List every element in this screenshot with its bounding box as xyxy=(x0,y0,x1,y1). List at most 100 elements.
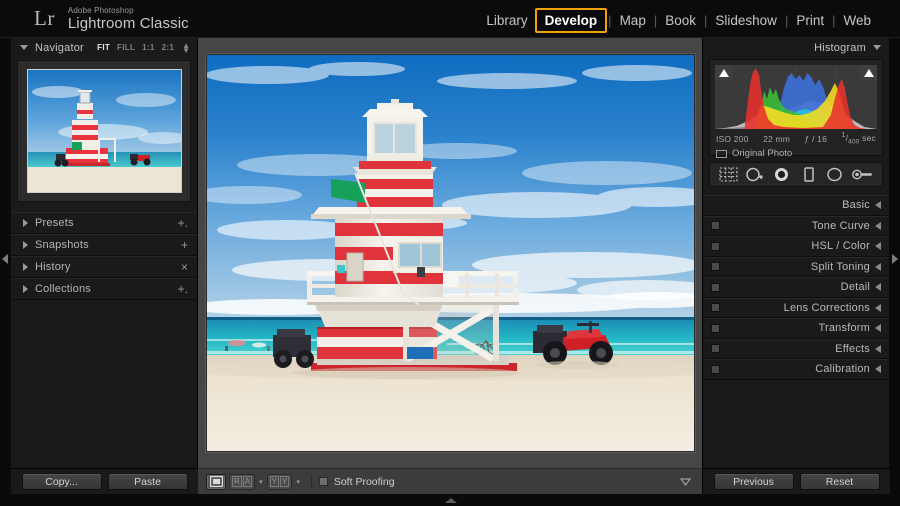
section-disclosure-icon[interactable] xyxy=(875,242,881,251)
section-disclosure-icon[interactable] xyxy=(875,344,881,353)
exif-shutter-speed: 1/400 sec xyxy=(841,131,876,146)
navigator-zoom-fit[interactable]: FIT xyxy=(97,43,110,52)
left-panel-edge[interactable] xyxy=(0,38,11,494)
left-section-snapshots[interactable]: Snapshots + xyxy=(11,234,197,256)
module-tab-slideshow[interactable]: Slideshow xyxy=(708,10,784,31)
loupe-view-icon[interactable] xyxy=(206,473,226,490)
navigator-zoom-2-1[interactable]: 2:1 xyxy=(162,43,174,52)
navigator-zoom-stepper-icon[interactable]: ▲ ▼ xyxy=(182,41,190,54)
develop-section-effects[interactable]: Effects xyxy=(703,338,889,359)
develop-section-lens-corrections[interactable]: Lens Corrections xyxy=(703,297,889,318)
panel-enable-switch[interactable] xyxy=(711,344,720,354)
before-after-view-icon[interactable]: Y Y xyxy=(266,473,293,490)
shutter-unit: sec xyxy=(862,132,876,143)
develop-section-calibration[interactable]: Calibration xyxy=(703,359,889,380)
develop-section-detail[interactable]: Detail xyxy=(703,277,889,298)
panel-enable-switch[interactable] xyxy=(711,323,720,333)
develop-section-basic[interactable]: Basic xyxy=(703,195,889,216)
develop-section-label: HSL / Color xyxy=(811,240,870,253)
reference-compare-icon[interactable]: R A xyxy=(229,473,256,490)
module-tab-book[interactable]: Book xyxy=(658,10,703,31)
disclosure-triangle-icon[interactable] xyxy=(23,219,28,227)
module-tab-map[interactable]: Map xyxy=(613,10,653,31)
center-toolbar: R A ▾ Y Y ▾ Soft Proofing xyxy=(198,468,702,494)
navigator-zoom-fill[interactable]: FILL xyxy=(117,43,135,52)
section-disclosure-icon[interactable] xyxy=(875,201,881,210)
histogram-plot[interactable] xyxy=(715,65,877,129)
panel-enable-switch[interactable] xyxy=(711,241,720,251)
crop-overlay-tool[interactable] xyxy=(719,167,738,182)
left-section-history[interactable]: History × xyxy=(11,256,197,278)
filmstrip-edge[interactable] xyxy=(0,494,900,506)
shadow-clipping-indicator[interactable] xyxy=(715,65,732,80)
module-tab-web[interactable]: Web xyxy=(836,10,878,31)
paste-button[interactable]: Paste xyxy=(107,473,188,490)
panel-enable-switch[interactable] xyxy=(711,303,720,313)
add-preset-icon[interactable]: +. xyxy=(178,217,188,229)
navigator-preview[interactable] xyxy=(17,60,191,202)
red-eye-correction-tool[interactable] xyxy=(772,167,791,182)
module-tab-print[interactable]: Print xyxy=(789,10,831,31)
section-disclosure-icon[interactable] xyxy=(875,221,881,230)
navigator-header[interactable]: Navigator FIT FILL 1:1 2:1 ▲ ▼ xyxy=(11,38,197,57)
brand-name: Lightroom Classic xyxy=(67,15,189,32)
copy-button[interactable]: Copy... xyxy=(21,473,102,490)
module-tab-library[interactable]: Library xyxy=(479,10,534,31)
navigator-zoom-1-1[interactable]: 1:1 xyxy=(142,43,154,52)
add-collection-icon[interactable]: +. xyxy=(178,283,188,295)
graduated-filter-icon xyxy=(804,167,814,182)
radial-filter-tool[interactable] xyxy=(825,167,844,182)
shadow-clipping-triangle xyxy=(718,68,729,77)
collapse-left-panel-icon[interactable] xyxy=(2,254,8,264)
exif-aperture: ƒ / 16 xyxy=(804,133,828,144)
module-picker: Library Develop | Map | Book | Slideshow | Print |… xyxy=(479,7,878,33)
develop-section-tone-curve[interactable]: Tone Curve xyxy=(703,215,889,236)
section-disclosure-icon[interactable] xyxy=(875,303,881,312)
collapse-right-panel-icon[interactable] xyxy=(892,254,898,264)
histogram-header[interactable]: Histogram xyxy=(703,38,889,57)
right-panel-edge[interactable] xyxy=(889,38,900,494)
show-filmstrip-icon[interactable] xyxy=(445,498,457,503)
loupe-view[interactable] xyxy=(198,38,702,468)
develop-section-split-toning[interactable]: Split Toning xyxy=(703,256,889,277)
content-area: R A ▾ Y Y ▾ Soft Proofing xyxy=(198,38,702,494)
highlight-clipping-indicator[interactable] xyxy=(860,65,877,80)
soft-proofing-checkbox[interactable] xyxy=(318,477,328,486)
left-section-presets[interactable]: Presets +. xyxy=(11,212,197,234)
photo-frame[interactable] xyxy=(205,54,695,452)
disclosure-triangle-icon[interactable] xyxy=(23,263,28,271)
panel-enable-switch[interactable] xyxy=(711,221,720,231)
add-snapshot-icon[interactable]: + xyxy=(181,239,188,251)
section-disclosure-icon[interactable] xyxy=(875,262,881,271)
clear-history-icon[interactable]: × xyxy=(181,261,188,273)
left-section-collections[interactable]: Collections +. xyxy=(11,278,197,300)
beforeafter-label-left: Y xyxy=(269,476,279,487)
previous-button[interactable]: Previous xyxy=(713,473,794,490)
disclosure-triangle-icon[interactable] xyxy=(23,241,28,249)
section-disclosure-icon[interactable] xyxy=(875,283,881,292)
navigator-thumbnail[interactable] xyxy=(26,69,182,193)
before-after-options-caret[interactable]: ▾ xyxy=(296,478,300,486)
navigator-disclosure-icon[interactable] xyxy=(20,45,28,50)
section-disclosure-icon[interactable] xyxy=(875,365,881,374)
section-disclosure-icon[interactable] xyxy=(875,324,881,333)
right-panel-footer: Previous Reset xyxy=(703,468,890,494)
toolbar-chevron-down-icon[interactable] xyxy=(678,474,693,489)
develop-section-hsl-color[interactable]: HSL / Color xyxy=(703,236,889,257)
disclosure-triangle-icon[interactable] xyxy=(23,285,28,293)
histogram-panel[interactable]: ISO 200 22 mm ƒ / 16 1/400 sec Original … xyxy=(709,59,883,159)
adjustment-brush-tool[interactable] xyxy=(852,167,873,182)
reset-button[interactable]: Reset xyxy=(799,473,880,490)
panel-enable-switch[interactable] xyxy=(711,262,720,272)
soft-proofing-label[interactable]: Soft Proofing xyxy=(334,476,395,488)
develop-panel-sections: Basic Tone Curve HSL / Color Split Toning De… xyxy=(703,195,889,380)
module-tab-develop[interactable]: Develop xyxy=(534,7,608,33)
original-photo-row[interactable]: Original Photo xyxy=(716,148,792,159)
panel-enable-switch[interactable] xyxy=(711,364,720,374)
compare-options-caret[interactable]: ▾ xyxy=(259,478,263,486)
chevron-down-icon[interactable] xyxy=(873,45,881,50)
panel-enable-switch[interactable] xyxy=(711,282,720,292)
develop-section-transform[interactable]: Transform xyxy=(703,318,889,339)
spot-removal-tool[interactable] xyxy=(745,167,764,182)
graduated-filter-tool[interactable] xyxy=(799,167,818,182)
